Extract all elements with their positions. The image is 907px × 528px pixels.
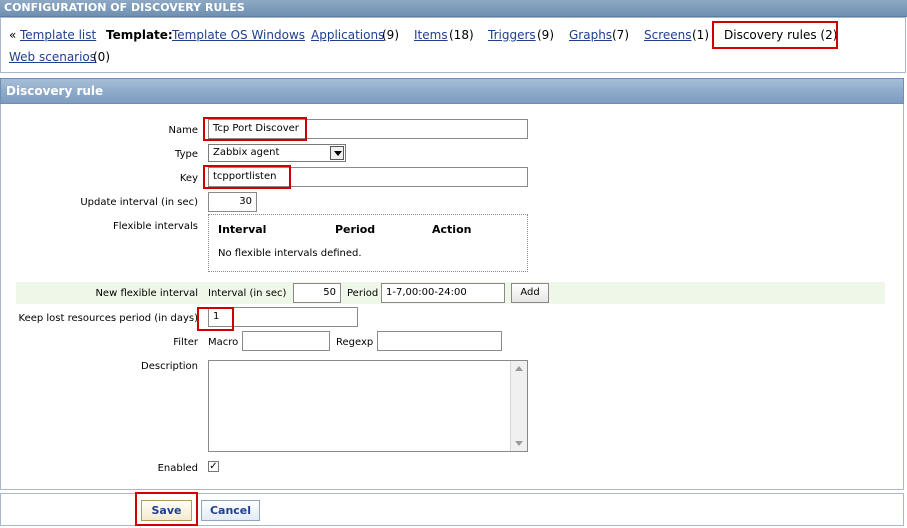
new-flex-label: New flexible interval [95,288,198,299]
highlight-keep-lost [197,307,234,331]
description-label: Description [141,361,198,372]
chevron-down-icon[interactable] [330,146,344,160]
screens-count: (1) [692,28,709,42]
highlight-discovery-rules [712,21,838,49]
new-flex-interval-label: Interval (in sec) [208,288,287,299]
enabled-label: Enabled [157,463,198,474]
macro-label: Macro [208,337,239,348]
key-label: Key [179,173,198,184]
page-title: CONFIGURATION OF DISCOVERY RULES [4,1,245,14]
highlight-key [203,165,291,189]
new-flex-period-label: Period [347,288,379,299]
items-link[interactable]: Items [414,28,448,42]
items-count: (18) [449,28,474,42]
graphs-count: (7) [612,28,629,42]
update-interval-input[interactable]: 30 [208,192,257,212]
update-interval-label: Update interval (in sec) [80,197,198,208]
regexp-input[interactable] [377,331,502,351]
scroll-up-icon[interactable] [515,366,523,371]
section-title: Discovery rule [6,84,104,98]
triggers-link[interactable]: Triggers [488,28,536,42]
type-select[interactable]: Zabbix agent [208,144,346,162]
new-flex-interval-input[interactable]: 50 [293,283,341,303]
graphs-link[interactable]: Graphs [569,28,612,42]
description-textarea[interactable] [208,360,528,452]
web-scenarios-link[interactable]: Web scenarios [9,50,96,64]
flex-col-period: Period [335,223,376,236]
highlight-save [135,492,198,526]
type-select-value: Zabbix agent [213,147,280,158]
triggers-count: (9) [537,28,554,42]
new-flex-period-input[interactable]: 1-7,00:00-24:00 [381,283,505,303]
template-list-link[interactable]: Template list [20,28,96,42]
enabled-checkbox[interactable]: ✓ [208,461,219,472]
type-label: Type [175,149,198,160]
flex-col-interval: Interval [218,223,267,236]
add-flex-button[interactable]: Add [511,283,549,303]
macro-input[interactable] [242,331,330,351]
highlight-name [203,117,307,141]
flex-empty-text: No flexible intervals defined. [218,248,362,259]
regexp-label: Regexp [336,337,374,348]
section-header [0,78,904,104]
cancel-button[interactable]: Cancel [201,500,260,521]
flex-col-action: Action [432,223,472,236]
template-label: Template: [106,28,173,42]
scroll-down-icon[interactable] [515,441,523,446]
name-label: Name [168,125,198,136]
template-name-link[interactable]: Template OS Windows [172,28,305,42]
flexible-intervals-label: Flexible intervals [113,221,198,232]
description-scrollbar[interactable] [510,361,527,451]
filter-label: Filter [173,337,198,348]
applications-link[interactable]: Applications [311,28,384,42]
keep-lost-label: Keep lost resources period (in days) [18,313,198,324]
screens-link[interactable]: Screens [644,28,692,42]
nav-prefix: « [9,28,17,42]
web-scenarios-count: (0) [93,50,110,64]
applications-count: (9) [382,28,399,42]
